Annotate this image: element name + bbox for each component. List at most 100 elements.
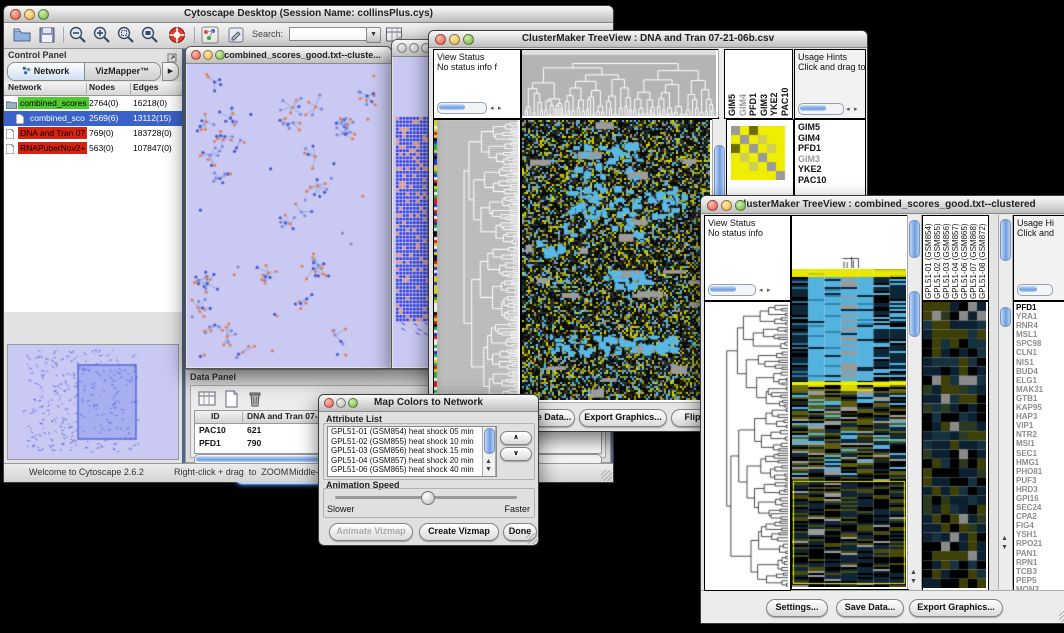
scroll-up-icon[interactable]: ▲ (910, 569, 917, 577)
vizmapper-icon[interactable] (200, 25, 220, 45)
search-dropdown-button[interactable]: ▼ (366, 27, 381, 43)
attribute-list-item[interactable]: GPL51-07 (GSM868) heat shock 60 min (328, 475, 496, 477)
tv2-button-bar: Settings... Save Data... Export Graphics..… (701, 590, 1064, 623)
tv2-heatmap[interactable] (791, 269, 909, 590)
tab-overflow-button[interactable]: ▶ (162, 62, 179, 81)
close-icon[interactable] (397, 43, 407, 53)
help-lifesaver-icon[interactable] (167, 25, 187, 45)
zoom-fit-icon[interactable] (140, 25, 160, 45)
birdseye-view[interactable] (7, 344, 179, 460)
close-icon[interactable] (435, 34, 446, 45)
tv2-save-data-button[interactable]: Save Data... (836, 599, 904, 617)
tab-network[interactable]: Network (8, 63, 85, 80)
scroll-down-icon[interactable]: ▼ (1001, 544, 1008, 552)
table-icon[interactable] (197, 389, 217, 409)
close-icon[interactable] (10, 9, 21, 20)
tv2-right-vscrollbar[interactable]: ▲ ▼ (998, 215, 1013, 589)
tv2-row-dendrogram[interactable] (704, 301, 791, 591)
attribute-list-item[interactable]: GPL51-02 (GSM855) heat shock 10 min (328, 437, 496, 447)
float-panel-icon[interactable] (167, 50, 177, 60)
resize-grip[interactable] (601, 470, 612, 481)
network-tab-icon (22, 66, 34, 76)
resize-grip[interactable] (1059, 611, 1064, 622)
slider-thumb[interactable] (421, 491, 435, 505)
minimize-icon[interactable] (336, 398, 346, 408)
tv1-heatmap[interactable] (521, 119, 713, 403)
table-row[interactable]: combined_scores2764(0)16218(0) (4, 96, 182, 111)
scroll-right-icon[interactable]: ▸ (498, 104, 502, 114)
new-file-icon[interactable] (221, 389, 241, 409)
tv2-column-dendrogram[interactable] (791, 215, 909, 271)
minimize-icon[interactable] (203, 50, 213, 60)
minimize-icon[interactable] (721, 200, 732, 211)
zoom-window-icon[interactable] (348, 398, 358, 408)
col-nodes[interactable]: Nodes (89, 82, 115, 92)
animation-speed-slider[interactable] (335, 496, 517, 499)
resize-grip[interactable] (526, 533, 537, 544)
scroll-up-icon[interactable]: ▲ (485, 458, 492, 466)
network-canvas[interactable] (187, 64, 390, 367)
zoom-in-icon[interactable] (92, 25, 112, 45)
treeview1-title-bar[interactable]: ClusterMaker TreeView : DNA and Tran 07-… (429, 31, 867, 48)
datacol-id[interactable]: ID (211, 411, 220, 421)
zoom-window-icon[interactable] (735, 200, 746, 211)
minimize-icon[interactable] (449, 34, 460, 45)
attribute-list-item[interactable]: GPL51-03 (GSM856) heat shock 15 min (328, 446, 496, 456)
zoom-window-icon[interactable] (38, 9, 49, 20)
scroll-right-icon[interactable]: ▸ (854, 105, 858, 115)
tv2-view-status-panel: View StatusNo status info ◂ ▸ (704, 215, 791, 301)
tv1-column-dendrogram[interactable] (521, 49, 719, 119)
col-edges[interactable]: Edges (133, 82, 159, 92)
scroll-down-icon[interactable]: ▼ (485, 466, 492, 474)
col-network[interactable]: Network (8, 82, 42, 92)
tv2-status-scrollbar[interactable] (708, 284, 756, 296)
zoom-selected-icon[interactable] (116, 25, 136, 45)
table-row[interactable]: RNAPuberNov2+563(0)107847(0) (4, 141, 182, 156)
trash-icon[interactable] (245, 389, 265, 409)
scroll-down-icon[interactable]: ▼ (910, 578, 917, 586)
scroll-right-icon[interactable]: ▸ (767, 286, 771, 296)
attribute-list-vscrollbar[interactable]: ▲ ▼ (482, 427, 496, 476)
open-file-icon[interactable] (12, 25, 32, 45)
dialog-title-bar[interactable]: Map Colors to Network (319, 395, 538, 412)
main-title-bar[interactable]: Cytoscape Desktop (Session Name: collins… (4, 6, 613, 23)
tv1-status-scrollbar[interactable] (437, 102, 487, 114)
tv2-settings-button[interactable]: Settings... (766, 599, 828, 617)
zoom-out-icon[interactable] (68, 25, 88, 45)
scroll-up-icon[interactable]: ▲ (1001, 535, 1008, 543)
scroll-left-icon[interactable]: ◂ (490, 104, 494, 114)
close-icon[interactable] (324, 398, 334, 408)
table-row[interactable]: combined_sco2569(6)13112(15) (4, 111, 182, 126)
move-down-button[interactable]: ∨ (500, 447, 532, 461)
create-vizmap-button[interactable]: Create Vizmap (419, 523, 499, 541)
network-window-title-bar[interactable]: combined_scores_good.txt--cluste... (186, 47, 391, 64)
animate-vizmap-button[interactable]: Animate Vizmap (329, 523, 413, 541)
tv2-export-graphics-button[interactable]: Export Graphics... (909, 599, 1003, 617)
search-input[interactable] (289, 27, 367, 41)
network-edges: 183728(0) (133, 126, 172, 141)
tv1-row-dendrogram[interactable] (433, 119, 521, 403)
move-up-button[interactable]: ∧ (500, 431, 532, 445)
scroll-left-icon[interactable]: ◂ (759, 286, 763, 296)
save-icon[interactable] (37, 25, 57, 45)
attribute-list[interactable]: GPL51-01 (GSM854) heat shock 05 minGPL51… (327, 426, 497, 477)
attribute-list-item[interactable]: GPL51-06 (GSM865) heat shock 40 min (328, 465, 496, 475)
treeview2-title-bar[interactable]: ClusterMaker TreeView : combined_scores_… (701, 196, 1064, 214)
minimize-icon[interactable] (24, 9, 35, 20)
scroll-left-icon[interactable]: ◂ (846, 105, 850, 115)
attribute-list-item[interactable]: GPL51-01 (GSM854) heat shock 05 min (328, 427, 496, 437)
tab-vizmapper[interactable]: VizMapper™ (85, 63, 161, 80)
tv1-export-graphics-button[interactable]: Export Graphics... (579, 409, 667, 427)
table-row[interactable]: DNA and Tran 07769(0)183728(0) (4, 126, 182, 141)
close-icon[interactable] (191, 50, 201, 60)
attribute-list-item[interactable]: GPL51-04 (GSM857) heat shock 20 min (328, 456, 496, 466)
tv2-hints-scrollbar[interactable] (1017, 284, 1053, 296)
close-icon[interactable] (707, 200, 718, 211)
tv1-hints-scrollbar[interactable] (798, 103, 844, 115)
tv2-heatmap-vscrollbar[interactable]: ▲ ▼ (907, 215, 922, 589)
tv2-zoom-heatmap[interactable] (922, 301, 989, 591)
annotation-icon[interactable] (226, 25, 246, 45)
minimize-icon[interactable] (409, 43, 419, 53)
zoom-window-icon[interactable] (463, 34, 474, 45)
zoom-window-icon[interactable] (215, 50, 225, 60)
